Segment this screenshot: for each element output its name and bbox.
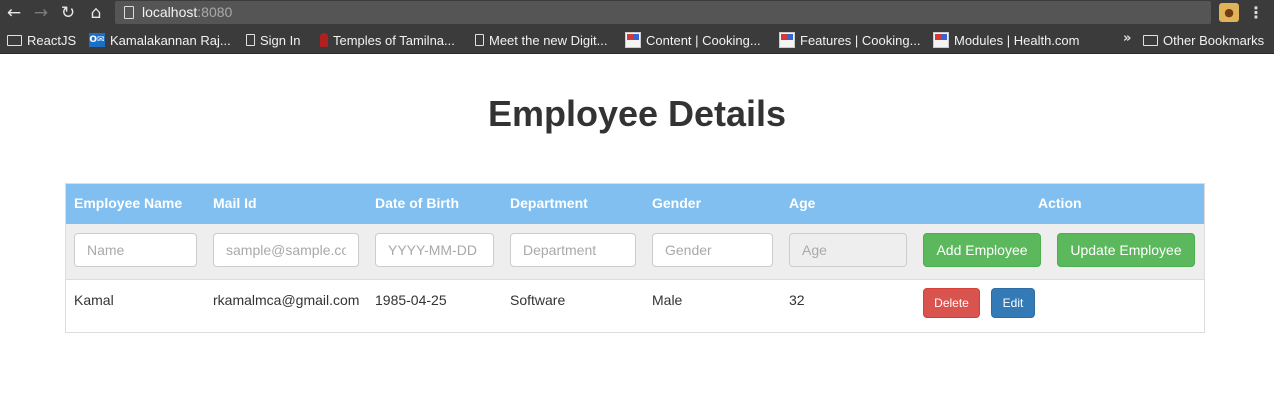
bookmarks-bar: ReactJS O✉ Kamalakannan Raj... Sign In Te…	[0, 26, 1274, 54]
delete-button[interactable]: Delete	[923, 288, 980, 318]
header-action: Action	[1038, 195, 1082, 211]
back-icon[interactable]: ←	[4, 3, 24, 23]
bookmarks-overflow-icon[interactable]: »	[1123, 31, 1131, 46]
edit-button[interactable]: Edit	[991, 288, 1035, 318]
bookmark-label: Sign In	[260, 32, 301, 48]
bookmark-kamalakannan[interactable]: O✉ Kamalakannan Raj...	[89, 32, 231, 48]
header-mail-id: Mail Id	[213, 195, 257, 211]
home-icon[interactable]: ⌂	[86, 3, 106, 23]
update-employee-button[interactable]: Update Employee	[1057, 233, 1195, 267]
table-row: Kamal rkamalmca@gmail.com 1985-04-25 Sof…	[66, 280, 1204, 332]
bookmark-modules-health[interactable]: Modules | Health.com	[933, 32, 1080, 48]
page-title: Employee Details	[487, 93, 787, 134]
reload-icon[interactable]: ↻	[58, 3, 78, 23]
header-department: Department	[510, 195, 588, 211]
bookmark-reactjs[interactable]: ReactJS	[7, 32, 76, 48]
bookmark-label: Modules | Health.com	[954, 32, 1080, 48]
employee-table: Employee Name Mail Id Date of Birth Depa…	[65, 183, 1205, 333]
header-gender: Gender	[652, 195, 702, 211]
new-employee-form-row: Add Employee Update Employee	[66, 224, 1204, 280]
name-input[interactable]	[74, 233, 197, 267]
header-date-of-birth: Date of Birth	[375, 195, 459, 211]
other-bookmarks-label: Other Bookmarks	[1163, 32, 1265, 48]
page-icon	[475, 34, 484, 46]
url-port: :8080	[197, 4, 233, 20]
url-host: localhost	[142, 4, 198, 20]
htm-icon	[933, 32, 949, 48]
address-url[interactable]: localhost:8080	[142, 4, 232, 20]
bookmark-digital[interactable]: Meet the new Digit...	[475, 32, 608, 48]
employee-gender-cell: Male	[652, 292, 683, 308]
add-employee-button[interactable]: Add Employee	[923, 233, 1041, 267]
bookmark-features-cooking[interactable]: Features | Cooking...	[779, 32, 920, 48]
browser-menu-icon[interactable]: ⋮	[1248, 2, 1264, 24]
browser-toolbar: ← → ↻ ⌂ localhost:8080 ● ⋮	[0, 0, 1274, 26]
employee-age-cell: 32	[789, 292, 805, 308]
bookmark-label: ReactJS	[27, 32, 77, 48]
address-bar[interactable]: localhost:8080	[115, 1, 1211, 24]
employee-mail-cell: rkamalmca@gmail.com	[213, 292, 360, 308]
gender-input[interactable]	[652, 233, 773, 267]
bookmark-label: Meet the new Digit...	[489, 32, 608, 48]
bookmark-content-cooking[interactable]: Content | Cooking...	[625, 32, 761, 48]
bookmark-temples[interactable]: Temples of Tamilna...	[320, 32, 455, 48]
bookmark-label: Temples of Tamilna...	[333, 32, 455, 48]
other-bookmarks[interactable]: Other Bookmarks	[1143, 32, 1264, 48]
age-input	[789, 233, 907, 267]
htm-icon	[779, 32, 795, 48]
table-header-row: Employee Name Mail Id Date of Birth Depa…	[66, 184, 1204, 224]
page-icon	[124, 6, 134, 19]
employee-dob-cell: 1985-04-25	[375, 292, 447, 308]
folder-icon	[1143, 34, 1158, 46]
htm-icon	[625, 32, 641, 48]
bookmark-label: Content | Cooking...	[646, 32, 761, 48]
extension-icon[interactable]: ●	[1219, 3, 1239, 22]
employee-name-cell: Kamal	[74, 292, 114, 308]
header-age: Age	[789, 195, 816, 211]
bookmark-sign-in[interactable]: Sign In	[246, 32, 300, 48]
bookmark-label: Kamalakannan Raj...	[110, 32, 231, 48]
folder-icon	[7, 34, 22, 46]
outlook-icon: O✉	[89, 33, 105, 47]
page-icon	[246, 34, 255, 46]
department-input[interactable]	[510, 233, 636, 267]
forward-icon[interactable]: →	[31, 3, 51, 23]
bookmark-label: Features | Cooking...	[800, 32, 921, 48]
header-employee-name: Employee Name	[74, 195, 183, 211]
temple-icon	[320, 33, 328, 47]
dob-input[interactable]	[375, 233, 494, 267]
mail-input[interactable]	[213, 233, 359, 267]
employee-department-cell: Software	[510, 292, 566, 308]
